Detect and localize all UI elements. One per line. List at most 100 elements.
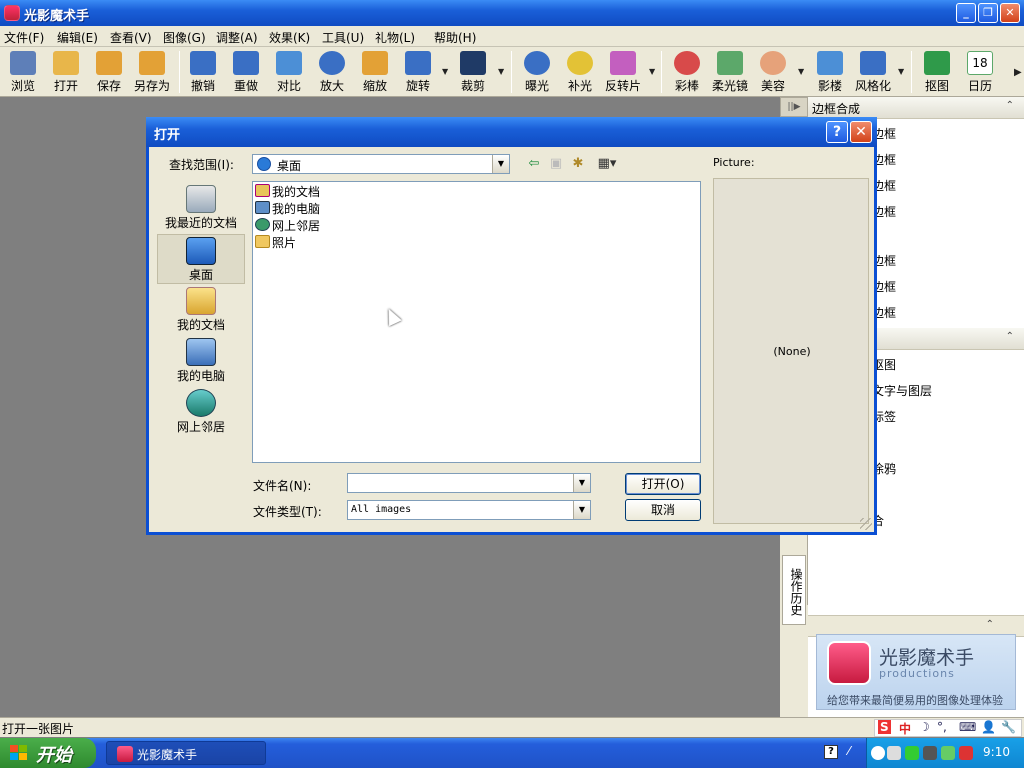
- tool-color-wand-button[interactable]: 彩棒: [666, 49, 708, 95]
- menu-help[interactable]: 帮助(H): [434, 29, 476, 46]
- minimize-button[interactable]: _: [956, 3, 976, 23]
- tool-calendar-button[interactable]: 18 日历: [959, 49, 1001, 95]
- open-button[interactable]: 打开(O): [625, 473, 701, 495]
- clock[interactable]: 9:10: [983, 745, 1010, 759]
- tool-browse-button[interactable]: 浏览: [2, 49, 44, 95]
- panel-collapse-button[interactable]: ||▶: [780, 97, 808, 117]
- list-item[interactable]: 文字与图层: [872, 382, 932, 399]
- filetype-select[interactable]: All images ▼: [347, 500, 591, 520]
- tool-crop-button[interactable]: 裁剪: [452, 49, 494, 95]
- ime-chinese-mode[interactable]: 中: [899, 720, 911, 737]
- menu-adjust[interactable]: 调整(A): [216, 29, 258, 46]
- ime-punctuation-icon[interactable]: °,: [937, 720, 947, 734]
- chevron-down-icon[interactable]: ▼: [573, 474, 590, 492]
- app-logo-icon: [117, 746, 133, 762]
- tray-shield-icon[interactable]: [959, 746, 973, 760]
- menu-effect[interactable]: 效果(K): [269, 29, 310, 46]
- tool-exposure-button[interactable]: 曝光: [516, 49, 558, 95]
- tray-display-icon[interactable]: [923, 746, 937, 760]
- tray-signal-icon[interactable]: [905, 746, 919, 760]
- place-my-documents[interactable]: 我的文档: [157, 285, 245, 335]
- menu-tools[interactable]: 工具(U): [322, 29, 364, 46]
- help-icon[interactable]: ?: [824, 745, 838, 759]
- menu-view[interactable]: 查看(V): [110, 29, 152, 46]
- tool-cutout-button[interactable]: 抠图: [916, 49, 958, 95]
- chevron-down-icon[interactable]: ▼: [492, 155, 509, 173]
- tool-studio-button[interactable]: 影楼: [809, 49, 851, 95]
- eye-icon: [10, 51, 36, 75]
- start-button[interactable]: 开始: [0, 738, 96, 768]
- rotate-dropdown-icon[interactable]: ▼: [442, 67, 448, 76]
- tool-redo-button[interactable]: 重做: [225, 49, 267, 95]
- beauty-dropdown-icon[interactable]: ▼: [798, 67, 804, 76]
- tray-network-icon[interactable]: [887, 746, 901, 760]
- collapse-up-icon[interactable]: ⌃: [1006, 100, 1014, 111]
- place-recent-docs[interactable]: 我最近的文档: [157, 183, 245, 233]
- ime-keyboard-icon[interactable]: ⌨: [959, 720, 976, 734]
- tool-fill-light-button[interactable]: 补光: [559, 49, 601, 95]
- dialog-help-button[interactable]: ?: [826, 121, 848, 143]
- tool-save-button[interactable]: 保存: [88, 49, 130, 95]
- crop-icon: [460, 51, 486, 75]
- ime-halfwidth-icon[interactable]: ☽: [919, 720, 930, 734]
- preview-pane: (None): [713, 178, 869, 524]
- brand-slogan: 给您带来最简便易用的图像处理体验: [827, 694, 1003, 707]
- places-bar: 我最近的文档 桌面 我的文档 我的电脑 网上邻居: [157, 181, 245, 533]
- menu-edit[interactable]: 编辑(E): [57, 29, 98, 46]
- crop-dropdown-icon[interactable]: ▼: [498, 67, 504, 76]
- tool-resize-button[interactable]: 缩放: [354, 49, 396, 95]
- dialog-title-bar[interactable]: 打开 ? ✕: [146, 117, 877, 147]
- filename-input[interactable]: ▼: [347, 473, 591, 493]
- tray-security-icon[interactable]: [941, 746, 955, 760]
- tool-compare-button[interactable]: 对比: [268, 49, 310, 95]
- tool-stylize-button[interactable]: 风格化: [852, 49, 894, 95]
- window-title: 光影魔术手: [24, 9, 90, 24]
- my-documents-icon: [186, 287, 216, 315]
- file-list[interactable]: 我的文档 我的电脑 网上邻居 照片: [252, 181, 701, 463]
- tool-save-as-button[interactable]: 另存为: [131, 49, 173, 95]
- tool-rotate-button[interactable]: 旋转: [397, 49, 439, 95]
- dialog-close-button[interactable]: ✕: [850, 121, 872, 143]
- tool-soft-lens-button[interactable]: 柔光镜: [709, 49, 751, 95]
- cutout-icon: [924, 51, 950, 75]
- close-button[interactable]: ✕: [1000, 3, 1020, 23]
- new-folder-icon[interactable]: ✱: [570, 157, 586, 171]
- place-my-computer[interactable]: 我的电脑: [157, 336, 245, 386]
- toolbar-more-icon[interactable]: ▶: [1014, 67, 1022, 78]
- tool-undo-button[interactable]: 撤销: [182, 49, 224, 95]
- look-in-combobox[interactable]: 桌面 ▼: [252, 154, 510, 174]
- status-bar: 打开一张图片 S 中 ☽ °, ⌨ 👤 🔧: [0, 717, 1024, 737]
- tool-open-button[interactable]: 打开: [45, 49, 87, 95]
- tool-beauty-button[interactable]: 美容: [752, 49, 794, 95]
- tool-slide-film-button[interactable]: 反转片: [602, 49, 644, 95]
- window-title-bar[interactable]: 光影魔术手 _ ❐ ✕: [0, 0, 1024, 26]
- tray-expand-icon[interactable]: [871, 746, 885, 760]
- collapse-up-icon[interactable]: ⌃: [1006, 331, 1014, 342]
- tool-zoom-in-button[interactable]: 放大: [311, 49, 353, 95]
- back-arrow-icon[interactable]: ⇦: [526, 157, 542, 171]
- place-desktop[interactable]: 桌面: [157, 234, 245, 284]
- place-network[interactable]: 网上邻居: [157, 387, 245, 437]
- stylize-dropdown-icon[interactable]: ▼: [898, 67, 904, 76]
- slide-film-dropdown-icon[interactable]: ▼: [649, 67, 655, 76]
- resize-grip-icon[interactable]: [860, 518, 872, 530]
- ime-toolbar[interactable]: S 中 ☽ °, ⌨ 👤 🔧: [874, 719, 1022, 737]
- taskbar-app-button[interactable]: 光影魔术手: [106, 741, 266, 765]
- brand-banner[interactable]: 光影魔术手 productions 给您带来最简便易用的图像处理体验: [816, 634, 1016, 710]
- ime-logo-icon[interactable]: S: [878, 720, 891, 734]
- ime-user-icon[interactable]: 👤: [981, 720, 996, 734]
- filetype-value: All images: [351, 504, 412, 515]
- menu-image[interactable]: 图像(G): [163, 29, 206, 46]
- cancel-button[interactable]: 取消: [625, 499, 701, 521]
- menu-gift[interactable]: 礼物(L): [375, 29, 415, 46]
- ime-settings-icon[interactable]: 🔧: [1001, 720, 1016, 734]
- slide-film-icon: [610, 51, 636, 75]
- collapse-up-icon[interactable]: ⌃: [986, 619, 994, 630]
- history-tab[interactable]: 操作历史: [782, 555, 806, 625]
- chevron-down-icon[interactable]: ▼: [573, 501, 590, 519]
- pen-icon[interactable]: ⁄: [848, 744, 850, 758]
- maximize-button[interactable]: ❐: [978, 3, 998, 23]
- view-menu-icon[interactable]: ▦▾: [594, 157, 620, 171]
- menu-file[interactable]: 文件(F): [4, 29, 44, 46]
- panel-section-header[interactable]: 边框合成 ⌃: [808, 97, 1024, 119]
